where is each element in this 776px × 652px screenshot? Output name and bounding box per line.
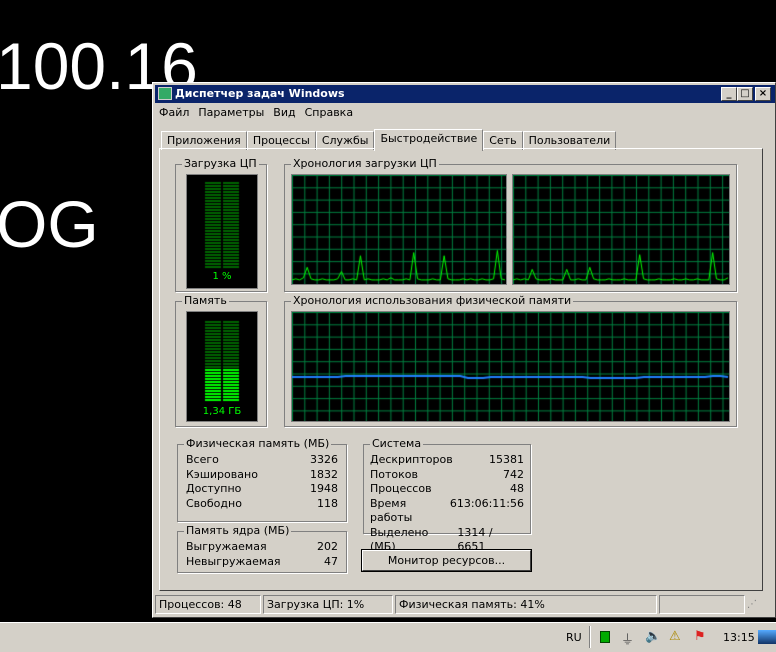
title-bar[interactable]: Диспетчер задач Windows _ □ × <box>155 85 775 103</box>
stat-label: Процессов <box>370 482 432 495</box>
kernel-memory-group: Память ядра (МБ) Выгружаемая 202 Невыгружа… <box>177 524 347 573</box>
memory-group: Память 1,34 ГБ <box>175 294 267 427</box>
physical-memory-group: Физическая память (МБ) Всего 3326 Кэширова… <box>177 437 347 522</box>
stat-row: Потоков 742 <box>370 468 524 483</box>
stat-value: 3326 <box>310 453 338 466</box>
network-warning-icon[interactable]: ⚠ <box>669 629 681 644</box>
show-desktop-icon[interactable] <box>758 630 776 644</box>
cpu-history-label: Хронология загрузки ЦП <box>291 157 439 170</box>
stat-value: 1948 <box>310 482 338 495</box>
stat-value: 1832 <box>310 467 338 481</box>
cpu-history-group: Хронология загрузки ЦП <box>284 157 737 292</box>
cpu-history-graph-2 <box>512 174 730 285</box>
stat-value: 118 <box>317 496 338 510</box>
task-manager-icon <box>158 87 172 100</box>
status-bar: Процессов: 48 Загрузка ЦП: 1% Физическая… <box>155 595 765 614</box>
cpu-gauge: 1 % <box>186 174 258 289</box>
cpu-gauge-value: 1 % <box>212 271 232 282</box>
task-manager-tray-icon[interactable] <box>600 631 610 643</box>
stat-label: Дескрипторов <box>370 453 453 466</box>
stat-label: Кэшировано <box>186 467 258 481</box>
stat-value: 742 <box>503 467 524 481</box>
physical-memory-label: Физическая память (МБ) <box>184 437 332 450</box>
maximize-button[interactable]: □ <box>737 87 753 101</box>
background-text-2: OG <box>0 187 99 261</box>
status-memory: Физическая память: 41% <box>395 595 657 614</box>
tab-performance[interactable]: Быстродействие <box>374 129 484 151</box>
volume-icon[interactable]: 🔈 <box>645 629 661 644</box>
stat-row: Процессов 48 <box>370 482 524 497</box>
memory-history-label: Хронология использования физической памя… <box>291 294 574 307</box>
resize-grip-icon[interactable]: ⋰ <box>747 599 757 610</box>
cpu-history-graph-1 <box>291 174 507 285</box>
status-cpu: Загрузка ЦП: 1% <box>263 595 393 614</box>
stat-label: Доступно <box>186 482 242 495</box>
stat-label: Невыгружаемая <box>186 554 281 568</box>
minimize-button[interactable]: _ <box>721 87 737 101</box>
memory-label: Память <box>182 294 229 307</box>
stat-row: Невыгружаемая 47 <box>186 555 338 570</box>
status-empty <box>659 595 745 614</box>
system-label: Система <box>370 437 424 450</box>
stat-row: Всего 3326 <box>186 453 338 468</box>
stat-row: Кэшировано 1832 <box>186 468 338 483</box>
stat-row: Время работы 613:06:11:56 <box>370 497 524 526</box>
window-title: Диспетчер задач Windows <box>175 87 345 100</box>
language-indicator[interactable]: RU <box>566 631 582 644</box>
stat-value: 48 <box>510 482 524 495</box>
menu-view[interactable]: Вид <box>273 106 295 119</box>
stat-row: Свободно 118 <box>186 497 338 512</box>
stat-row: Выгружаемая 202 <box>186 540 338 555</box>
stat-label: Свободно <box>186 496 242 510</box>
cpu-usage-label: Загрузка ЦП <box>182 157 259 170</box>
stat-label: Выгружаемая <box>186 540 267 553</box>
stat-label: Время работы <box>370 496 413 525</box>
status-processes: Процессов: 48 <box>155 595 261 614</box>
stat-row: Дескрипторов 15381 <box>370 453 524 468</box>
memory-gauge: 1,34 ГБ <box>186 311 258 422</box>
memory-history-group: Хронология использования физической памя… <box>284 294 737 427</box>
stat-value: 613:06:11:56 <box>449 496 524 510</box>
stat-value: 15381 <box>489 453 524 466</box>
menu-options[interactable]: Параметры <box>198 106 264 119</box>
performance-panel: Загрузка ЦП 1 % Хронология загрузки ЦП П… <box>159 148 763 591</box>
task-manager-window: Диспетчер задач Windows _ □ × Файл Парам… <box>152 82 776 618</box>
close-button[interactable]: × <box>755 87 771 101</box>
action-center-flag-icon[interactable]: ⚑ <box>694 629 706 644</box>
tray-divider <box>589 626 590 648</box>
cpu-usage-group: Загрузка ЦП 1 % <box>175 157 267 292</box>
stat-label: Потоков <box>370 467 418 481</box>
stat-row: Доступно 1948 <box>186 482 338 497</box>
stat-value: 47 <box>324 554 338 568</box>
clock[interactable]: 13:15 <box>723 631 755 644</box>
memory-gauge-value: 1,34 ГБ <box>202 406 242 417</box>
menu-bar: Файл Параметры Вид Справка <box>159 106 353 119</box>
menu-file[interactable]: Файл <box>159 106 189 119</box>
system-group: Система Дескрипторов 15381 Потоков 742 Проце… <box>363 437 531 553</box>
stat-value: 202 <box>317 540 338 553</box>
memory-history-graph <box>291 311 730 422</box>
kernel-memory-label: Память ядра (МБ) <box>184 524 292 537</box>
resource-monitor-button[interactable]: Монитор ресурсов... <box>362 550 531 571</box>
usb-safe-remove-icon[interactable]: ⏚ <box>621 629 634 648</box>
taskbar: RU ⏚ 🔈 ⚠ ⚑ 13:15 <box>0 622 776 652</box>
menu-help[interactable]: Справка <box>305 106 353 119</box>
stat-label: Всего <box>186 453 219 466</box>
